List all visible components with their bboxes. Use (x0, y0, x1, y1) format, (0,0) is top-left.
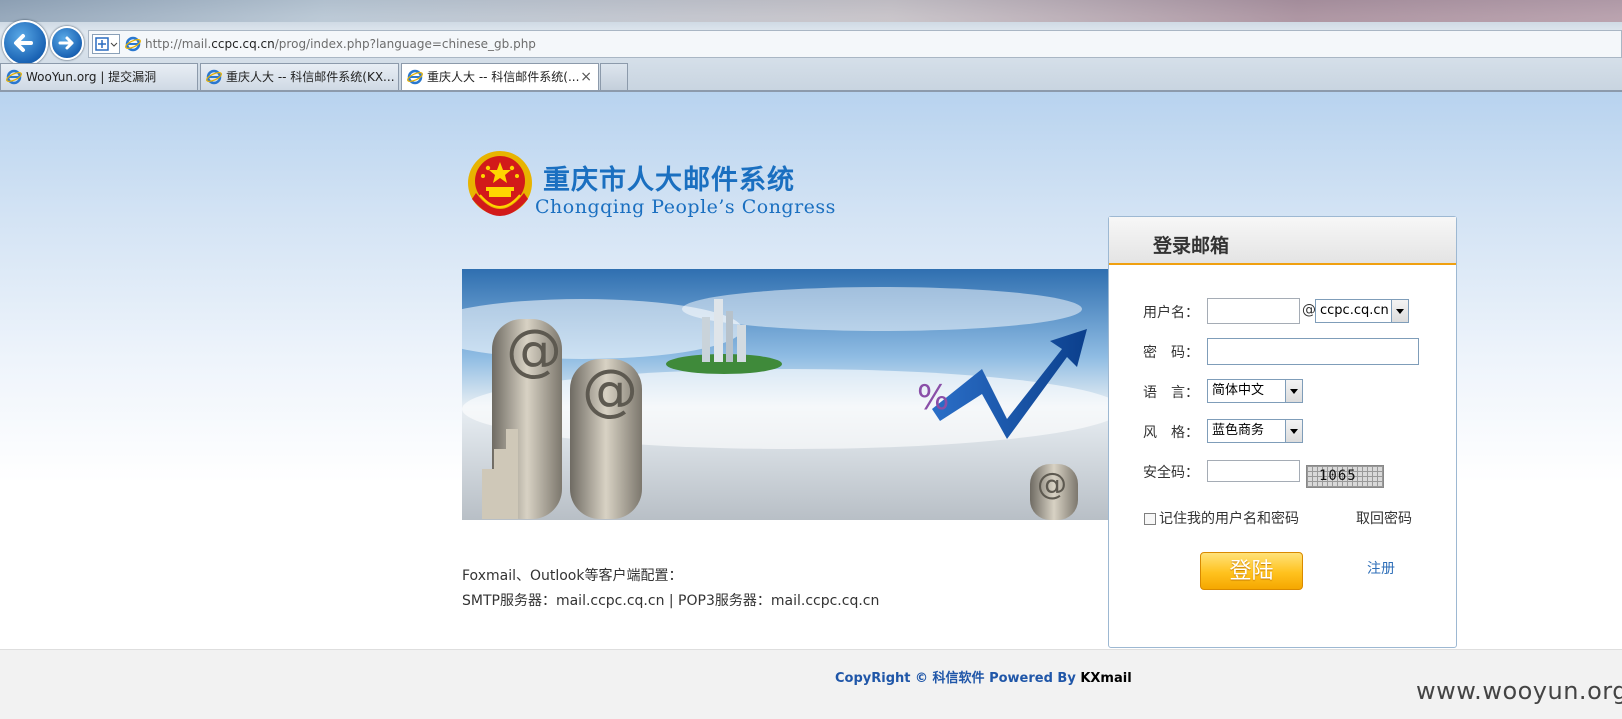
tab-label: WooYun.org | 提交漏洞 (26, 70, 157, 84)
client-config-title: Foxmail、Outlook等客户端配置： (462, 568, 683, 584)
copyright: CopyRight © 科信软件 Powered By KXmail (835, 667, 1132, 686)
banner-image: @ @ % @ (462, 269, 1110, 520)
compat-view-icon (95, 37, 118, 51)
language-select-value: 简体中文 (1212, 383, 1265, 398)
url-host: ccpc.cq.cn (211, 37, 275, 51)
ie-logo-icon (206, 69, 222, 85)
ie-logo-icon (6, 69, 22, 85)
captcha-label: 安全码： (1143, 465, 1199, 481)
forgot-password-link[interactable]: 取回密码 (1356, 508, 1412, 528)
back-arrow-icon (14, 34, 33, 52)
tab-label: 重庆人大 -- 科信邮件系统(KX... (226, 70, 395, 84)
password-label: 密 码： (1143, 345, 1199, 361)
forward-button[interactable] (50, 26, 84, 60)
chevron-down-icon[interactable] (1391, 300, 1408, 322)
chevron-down-icon[interactable] (1285, 420, 1302, 442)
at-sign: @ (1302, 302, 1316, 318)
watermark: www.wooyun.org (1416, 677, 1622, 705)
national-emblem-icon (468, 151, 532, 216)
tab-ccpc-mail-1[interactable]: 重庆人大 -- 科信邮件系统(KX... (200, 63, 399, 90)
remember-label[interactable]: 记住我的用户名和密码 (1159, 508, 1299, 528)
tab-ccpc-mail-active[interactable]: 重庆人大 -- 科信邮件系统(... × (401, 63, 599, 91)
compat-view-button[interactable] (92, 34, 120, 54)
tab-wooyun[interactable]: WooYun.org | 提交漏洞 (0, 63, 198, 90)
close-tab-icon[interactable]: × (580, 64, 592, 90)
forward-arrow-icon (58, 36, 74, 50)
domain-select-value: ccpc.cq.cn (1320, 303, 1389, 318)
style-label: 风 格： (1143, 425, 1199, 441)
svg-text:@: @ (1037, 467, 1067, 502)
url-path: /prog/index.php?language=chinese_gb.php (274, 37, 536, 51)
register-link[interactable]: 注册 (1367, 558, 1395, 578)
client-config-info: Foxmail、Outlook等客户端配置： SMTP服务器：mail.ccpc… (462, 564, 879, 614)
chevron-down-icon[interactable] (1285, 380, 1302, 402)
login-title: 登录邮箱 (1153, 235, 1230, 257)
captcha-image[interactable]: 1065 (1306, 465, 1384, 488)
tab-strip: WooYun.org | 提交漏洞 重庆人大 -- 科信邮件系统(KX... 重… (0, 63, 1622, 91)
chrome-background (0, 0, 1622, 22)
captcha-input[interactable] (1207, 460, 1300, 482)
language-label: 语 言： (1143, 385, 1199, 401)
svg-text:@: @ (582, 358, 638, 423)
style-select[interactable]: 蓝色商务 (1207, 419, 1303, 443)
site-title-en: Chongqing People’s Congress (535, 196, 836, 218)
svg-text:@: @ (506, 318, 562, 383)
ie-logo-icon (125, 36, 141, 52)
copyright-text: CopyRight © 科信软件 Powered By (835, 671, 1081, 686)
login-panel: 登录邮箱 用户名： @ ccpc.cq.cn 密 码： 语 言： 简体中文 风 … (1108, 216, 1457, 648)
new-tab-button[interactable] (600, 63, 628, 90)
svg-text:%: % (917, 378, 949, 418)
login-button[interactable]: 登陆 (1200, 552, 1303, 590)
domain-select[interactable]: ccpc.cq.cn (1315, 299, 1409, 323)
tab-label: 重庆人大 -- 科信邮件系统(... (427, 70, 580, 84)
copyright-brand: KXmail (1080, 671, 1132, 686)
back-button[interactable] (2, 20, 48, 66)
username-input[interactable] (1207, 298, 1300, 324)
password-input[interactable] (1207, 338, 1419, 365)
url-prefix: http://mail. (145, 37, 212, 51)
address-bar[interactable]: http://mail.ccpc.cq.cn/prog/index.php?la… (88, 30, 1622, 58)
ie-logo-icon (407, 69, 423, 85)
site-title-cn: 重庆市人大邮件系统 (543, 165, 795, 196)
style-select-value: 蓝色商务 (1212, 423, 1265, 438)
login-header: 登录邮箱 (1109, 217, 1456, 265)
client-config-servers: SMTP服务器：mail.ccpc.cq.cn | POP3服务器：mail.c… (462, 593, 880, 609)
page-body: 重庆市人大邮件系统 Chongqing People’s Congress @ … (0, 92, 1622, 649)
footer: CopyRight © 科信软件 Powered By KXmail www.w… (0, 649, 1622, 719)
language-select[interactable]: 简体中文 (1207, 379, 1303, 403)
username-label: 用户名： (1143, 305, 1199, 321)
remember-checkbox[interactable] (1144, 513, 1156, 525)
url-text[interactable]: http://mail.ccpc.cq.cn/prog/index.php?la… (145, 37, 536, 51)
browser-chrome: http://mail.ccpc.cq.cn/prog/index.php?la… (0, 0, 1622, 92)
